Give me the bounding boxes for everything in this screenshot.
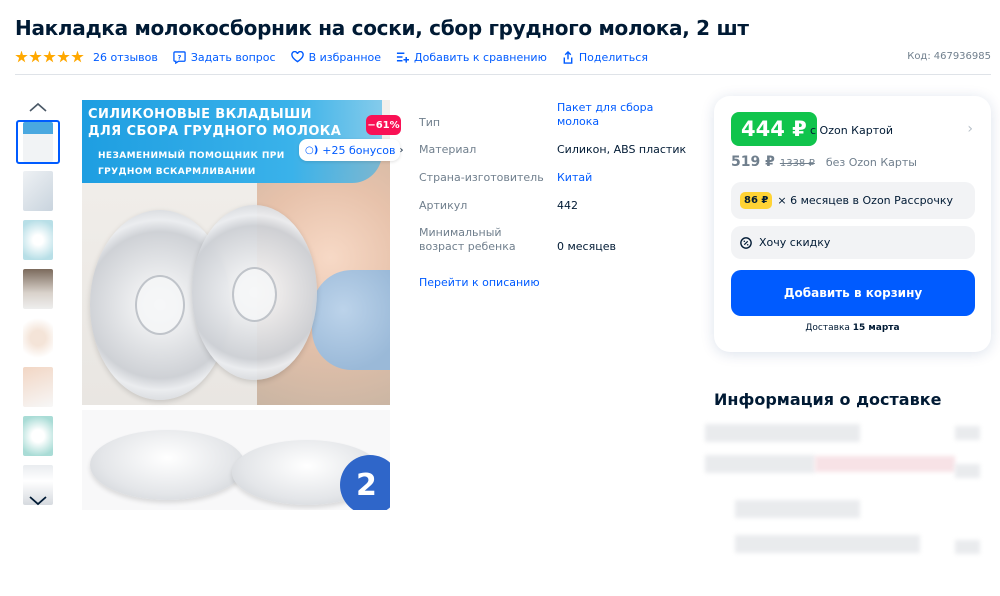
spec-value-min-age: 0 месяцев bbox=[557, 240, 616, 253]
thumbnail[interactable] bbox=[16, 267, 60, 311]
delivery-date: Доставка 15 марта bbox=[714, 323, 991, 333]
star-icon bbox=[43, 50, 56, 63]
delivery-prefix: Доставка bbox=[805, 323, 850, 333]
thumbs-up-arrow[interactable] bbox=[28, 100, 48, 114]
ask-question-label: Задать вопрос bbox=[190, 50, 276, 64]
flat-pad-image bbox=[90, 430, 245, 500]
star-icon bbox=[29, 50, 42, 63]
without-card-label: без Ozon Карты bbox=[825, 156, 917, 169]
product-title: Накладка молокосборник на соски, сбор гр… bbox=[15, 16, 749, 40]
installment-text: × 6 месяцев в Ozon Рассрочку bbox=[777, 194, 953, 207]
heart-icon bbox=[290, 51, 304, 63]
blurred-delivery-content bbox=[705, 424, 860, 442]
product-main-image[interactable]: СИЛИКОНОВЫЕ ВКЛАДЫШИ ДЛЯ СБОРА ГРУДНОГО … bbox=[82, 100, 390, 510]
product-code: Код: 467936985 bbox=[904, 51, 991, 62]
baby-blanket bbox=[312, 270, 390, 370]
svg-text:?: ? bbox=[177, 53, 181, 61]
banner-sub-1: НЕЗАМЕНИМЫЙ ПОМОЩНИК ПРИ bbox=[98, 151, 285, 161]
pad-center bbox=[232, 267, 277, 322]
spec-label-min-age: Минимальный возраст ребенка bbox=[419, 226, 516, 253]
spec-label-type: Тип bbox=[419, 116, 441, 129]
compare-button[interactable]: Добавить к сравнению bbox=[396, 51, 547, 64]
spec-value-material: Силикон, ABS пластик bbox=[557, 143, 687, 156]
thumbnail-list bbox=[16, 120, 62, 512]
spec-label-country: Страна-изготовитель bbox=[419, 171, 544, 184]
count-badge: 2 bbox=[340, 455, 390, 510]
blurred-delivery-content bbox=[735, 535, 920, 553]
rating-stars[interactable] bbox=[15, 50, 85, 64]
thumbnail[interactable] bbox=[16, 120, 60, 164]
question-icon: ? bbox=[173, 50, 186, 64]
spec-label-article: Артикул bbox=[419, 199, 468, 212]
star-icon bbox=[71, 50, 84, 63]
chevron-up-icon bbox=[29, 102, 47, 112]
banner-sub-2: ГРУДНОМ ВСКАРМЛИВАНИИ bbox=[98, 167, 256, 177]
spec-value-type[interactable]: Пакет для сбора молока bbox=[557, 101, 667, 129]
want-discount-label: Хочу скидку bbox=[759, 236, 831, 249]
reviews-link[interactable]: 26 отзывов bbox=[93, 51, 158, 64]
price-card: 444 ₽ с Ozon Картой › 519 ₽ 1338 ₽ без O… bbox=[714, 96, 991, 352]
installment-button[interactable]: 86 ₽ × 6 месяцев в Ozon Рассрочку bbox=[731, 182, 975, 219]
product-code-value: 467936985 bbox=[933, 51, 991, 62]
discount-badge: −61% bbox=[366, 115, 401, 135]
blurred-delivery-content bbox=[955, 464, 980, 478]
product-code-label: Код: bbox=[907, 51, 931, 62]
bonus-label: +25 бонусов bbox=[322, 143, 396, 157]
share-icon bbox=[563, 50, 573, 64]
blurred-delivery-content bbox=[815, 456, 955, 472]
thumbnail[interactable] bbox=[16, 218, 60, 262]
installment-amount: 86 ₽ bbox=[740, 192, 773, 209]
goto-description-link[interactable]: Перейти к описанию bbox=[419, 276, 540, 289]
compare-icon bbox=[396, 52, 410, 63]
favorites-label: В избранное bbox=[308, 50, 382, 64]
chevron-down-icon bbox=[29, 496, 47, 506]
ask-question-button[interactable]: ? Задать вопрос bbox=[173, 51, 276, 64]
chevron-right-icon: › bbox=[399, 144, 404, 156]
thumbnail[interactable] bbox=[16, 316, 60, 360]
spec-value-article: 442 bbox=[557, 199, 578, 212]
blurred-delivery-content bbox=[705, 455, 815, 473]
delivery-date-value: 15 марта bbox=[852, 323, 900, 333]
with-card-label: с Ozon Картой bbox=[810, 124, 893, 137]
old-price: 1338 ₽ bbox=[779, 158, 815, 169]
star-icon bbox=[57, 50, 70, 63]
add-to-cart-button[interactable]: Добавить в корзину bbox=[731, 270, 975, 316]
delivery-info-title: Информация о доставке bbox=[714, 390, 942, 409]
blurred-delivery-content bbox=[735, 500, 860, 518]
want-discount-button[interactable]: Хочу скидку bbox=[731, 226, 975, 259]
star-icon bbox=[15, 50, 28, 63]
regular-price: 519 ₽ bbox=[731, 154, 775, 170]
regular-price-row: 519 ₽ 1338 ₽ без Ozon Карты bbox=[731, 154, 917, 170]
thumbs-down-arrow[interactable] bbox=[28, 494, 48, 508]
favorites-button[interactable]: В избранное bbox=[290, 50, 382, 64]
spec-value-country[interactable]: Китай bbox=[557, 171, 687, 185]
thumbnail[interactable] bbox=[16, 414, 60, 458]
spec-label-material: Материал bbox=[419, 143, 477, 156]
pad-center bbox=[135, 275, 185, 335]
thumbnail[interactable] bbox=[16, 169, 60, 213]
thumbnail[interactable] bbox=[16, 365, 60, 409]
breast-pad-image bbox=[192, 205, 317, 380]
share-label: Поделиться bbox=[578, 50, 648, 64]
blurred-delivery-content bbox=[955, 426, 980, 440]
share-button[interactable]: Поделиться bbox=[562, 50, 648, 64]
header-divider bbox=[15, 74, 991, 75]
bonus-icon: ○) bbox=[305, 144, 319, 156]
blurred-delivery-content bbox=[955, 540, 980, 554]
compare-label: Добавить к сравнению bbox=[414, 50, 547, 64]
banner-line-1: СИЛИКОНОВЫЕ ВКЛАДЫШИ bbox=[88, 107, 312, 122]
discount-icon bbox=[740, 236, 752, 249]
card-price: 444 ₽ bbox=[731, 112, 817, 146]
product-actions: 26 отзывов ? Задать вопрос В избранное Д… bbox=[15, 49, 663, 65]
bonus-badge[interactable]: ○) +25 бонусов › bbox=[299, 139, 404, 161]
banner-line-2: ДЛЯ СБОРА ГРУДНОГО МОЛОКА bbox=[88, 124, 342, 139]
chevron-right-icon[interactable]: › bbox=[967, 121, 973, 137]
